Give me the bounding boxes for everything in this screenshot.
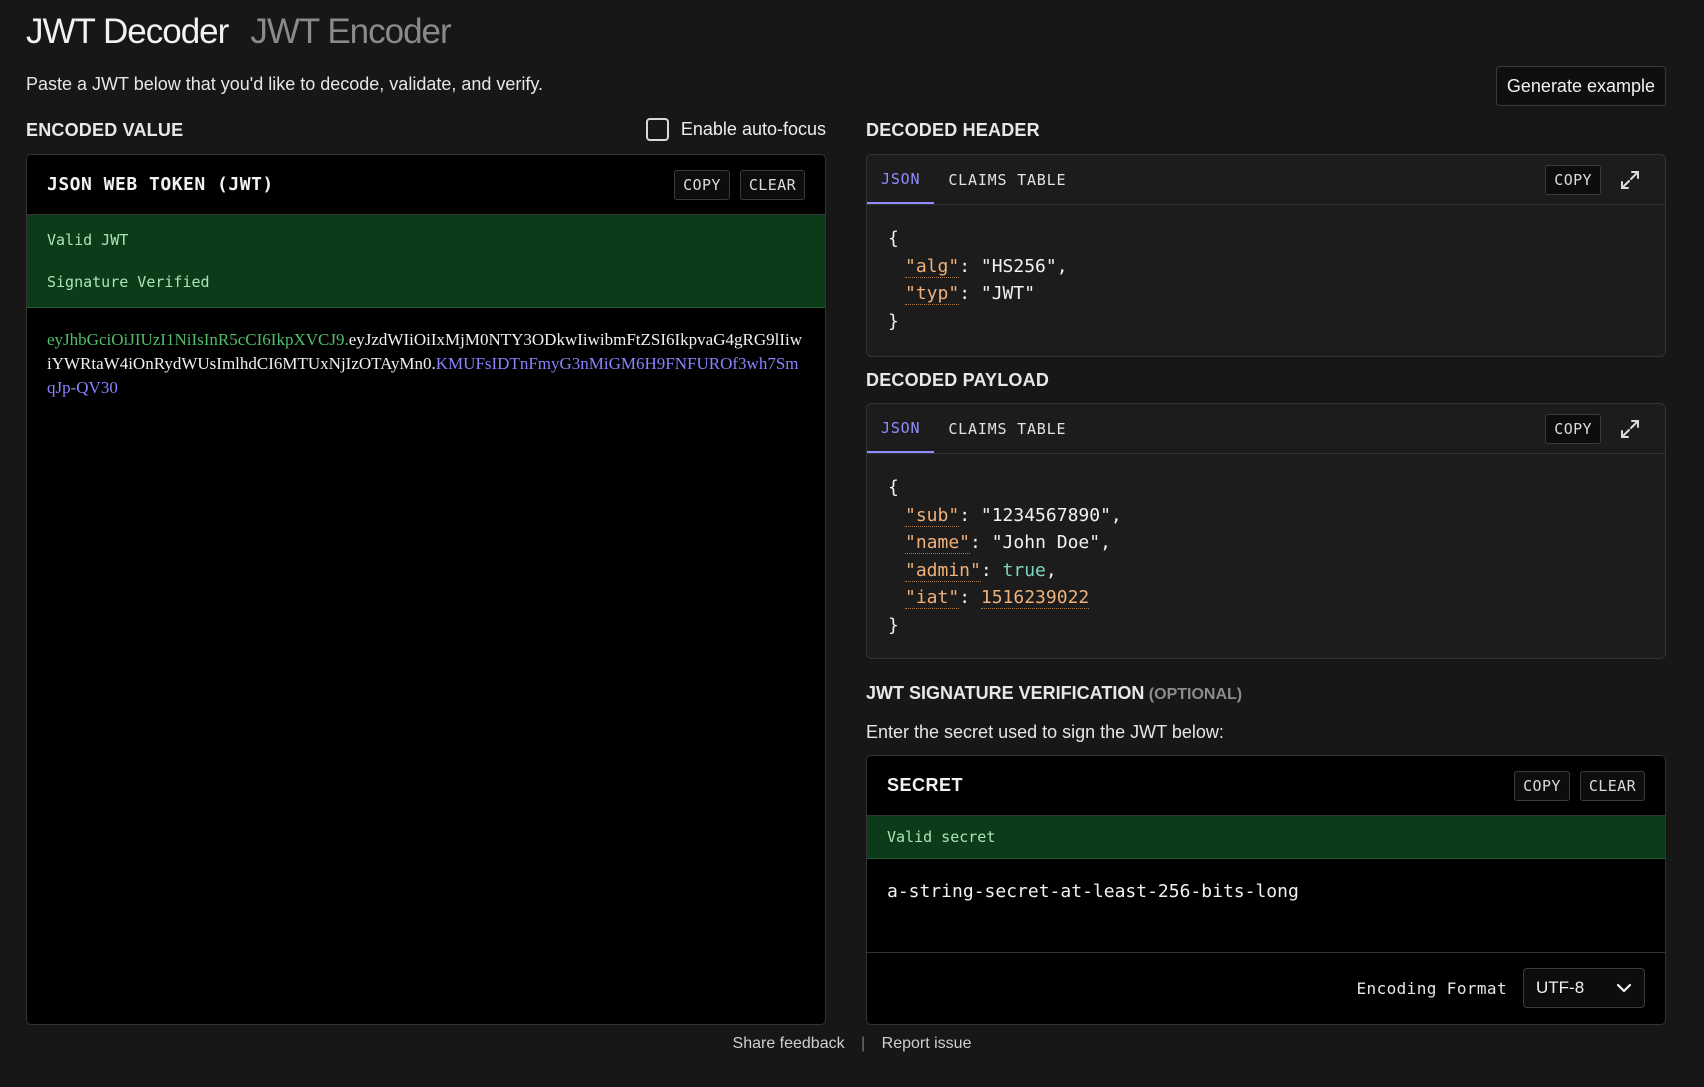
tab-payload-claims-table[interactable]: CLAIMS TABLE <box>934 404 1080 453</box>
secret-panel-header: SECRET COPY CLEAR <box>867 756 1665 816</box>
decoded-payload-panel: JSON CLAIMS TABLE COPY { "sub": "1234567… <box>866 403 1666 659</box>
encoding-format-value: UTF-8 <box>1536 978 1585 997</box>
expand-icon[interactable] <box>1619 418 1641 440</box>
share-feedback-link[interactable]: Share feedback <box>733 1035 845 1052</box>
header-copy-button[interactable]: COPY <box>1545 164 1601 195</box>
autofocus-label: Enable auto-focus <box>680 119 826 139</box>
autofocus-checkbox[interactable] <box>645 118 669 141</box>
decoded-header-tabs: JSON CLAIMS TABLE COPY <box>867 155 1665 205</box>
generate-example-button[interactable]: Generate example <box>1495 66 1666 106</box>
expand-icon[interactable] <box>1619 169 1641 191</box>
secret-panel-title: SECRET <box>887 775 964 795</box>
json-value-sub: "1234567890" <box>980 504 1111 526</box>
encoding-format-select[interactable]: UTF-8 <box>1523 968 1645 1008</box>
signature-title: JWT SIGNATURE VERIFICATION <box>866 683 1145 703</box>
footer: Share feedback | Report issue <box>0 1035 1704 1053</box>
json-open-brace: { <box>888 477 899 498</box>
json-key-typ: "typ" <box>905 283 960 305</box>
footer-separator: | <box>861 1035 866 1052</box>
tab-header-claims-table[interactable]: CLAIMS TABLE <box>934 155 1080 204</box>
top-tabs: JWT Decoder JWT Encoder <box>26 12 452 52</box>
signature-description: Enter the secret used to sign the JWT be… <box>866 722 1224 742</box>
page-subtitle: Paste a JWT below that you'd like to dec… <box>26 74 544 94</box>
json-value-name: "John Doe" <box>991 532 1101 553</box>
jwt-copy-button[interactable]: COPY <box>674 169 730 200</box>
json-key-name: "name" <box>905 532 971 554</box>
encoded-header: ENCODED VALUE Enable auto-focus <box>26 118 826 142</box>
tab-jwt-decoder[interactable]: JWT Decoder <box>26 12 229 52</box>
signature-verification-heading: JWT SIGNATURE VERIFICATION (OPTIONAL) <box>866 683 1666 704</box>
secret-copy-button[interactable]: COPY <box>1514 770 1570 801</box>
tab-jwt-encoder[interactable]: JWT Encoder <box>250 12 451 52</box>
json-close-brace: } <box>888 614 899 636</box>
json-close-brace: } <box>888 310 899 332</box>
signature-optional-label: (OPTIONAL) <box>1148 686 1243 703</box>
jwt-panel-header: JSON WEB TOKEN (JWT) COPY CLEAR <box>27 155 825 215</box>
valid-secret-status: Valid secret <box>887 828 996 846</box>
decoded-header-panel: JSON CLAIMS TABLE COPY { "alg": "HS256",… <box>866 154 1666 357</box>
json-key-alg: "alg" <box>905 255 960 278</box>
decoded-payload-label: DECODED PAYLOAD <box>866 370 1050 390</box>
decoded-header-label: DECODED HEADER <box>866 120 1040 140</box>
secret-input[interactable]: a-string-secret-at-least-256-bits-long <box>867 859 1665 953</box>
secret-panel: SECRET COPY CLEAR Valid secret a-string-… <box>866 755 1666 1025</box>
signature-verified-status: Signature Verified <box>47 273 210 291</box>
tab-header-json[interactable]: JSON <box>867 155 935 204</box>
payload-copy-button[interactable]: COPY <box>1545 413 1601 444</box>
jwt-panel-title: JSON WEB TOKEN (JWT) <box>47 174 274 195</box>
jwt-input-panel: JSON WEB TOKEN (JWT) COPY CLEAR Valid JW… <box>26 154 826 1025</box>
json-key-iat: "iat" <box>905 587 960 609</box>
json-key-admin: "admin" <box>905 559 981 582</box>
encoding-format-row: Encoding Format UTF-8 <box>867 953 1665 1023</box>
json-open-brace: { <box>888 228 899 249</box>
json-value-typ: "JWT" <box>980 283 1036 304</box>
header-json-view: { "alg": "HS256", "typ": "JWT" } <box>867 205 1665 355</box>
json-value-alg: "HS256" <box>980 255 1057 277</box>
secret-clear-button[interactable]: CLEAR <box>1579 770 1645 801</box>
chevron-down-icon <box>1616 983 1632 993</box>
report-issue-link[interactable]: Report issue <box>882 1035 972 1052</box>
tab-payload-json[interactable]: JSON <box>867 404 935 453</box>
encoded-section-label: ENCODED VALUE <box>26 120 184 140</box>
secret-status-box: Valid secret <box>867 816 1665 859</box>
json-value-iat: 1516239022 <box>980 587 1090 609</box>
autofocus-toggle[interactable]: Enable auto-focus <box>645 118 826 141</box>
decoded-payload-tabs: JSON CLAIMS TABLE COPY <box>867 404 1665 454</box>
json-key-sub: "sub" <box>905 504 960 527</box>
token-header-part: eyJhbGciOiJIUzI1NiIsInR5cCI6IkpXVCJ9 <box>47 330 345 349</box>
valid-jwt-status: Valid JWT <box>47 231 129 249</box>
encoding-format-label: Encoding Format <box>1356 978 1507 998</box>
jwt-clear-button[interactable]: CLEAR <box>739 169 805 200</box>
json-value-admin: true <box>1002 559 1046 581</box>
decoded-payload-section: DECODED PAYLOAD <box>866 368 1666 391</box>
payload-json-view: { "sub": "1234567890", "name": "John Doe… <box>867 454 1665 658</box>
jwt-token-textarea[interactable]: eyJhbGciOiJIUzI1NiIsInR5cCI6IkpXVCJ9.eyJ… <box>27 308 825 420</box>
jwt-status-box: Valid JWT Signature Verified <box>27 215 825 308</box>
decoded-header-section: DECODED HEADER <box>866 118 1666 141</box>
